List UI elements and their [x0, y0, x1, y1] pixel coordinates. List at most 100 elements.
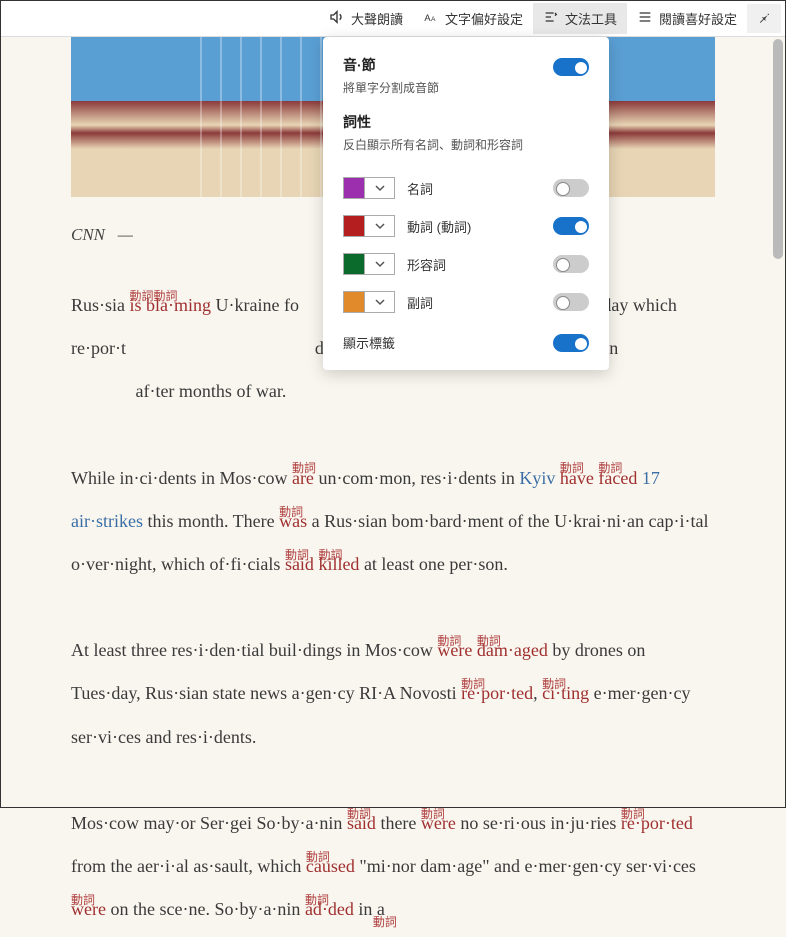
pin-button[interactable]	[747, 4, 781, 33]
text: this month. There	[143, 511, 279, 531]
paragraph-4: Mos·cow may·or Ser·gei So·by·a·nin 動詞sai…	[71, 802, 715, 932]
color-swatch-noun	[343, 177, 365, 199]
color-dropdown-adv[interactable]	[365, 291, 395, 313]
verb-word: 動詞said	[347, 813, 376, 833]
verb-word: 動詞re·por·ted	[621, 813, 693, 833]
pos-tag: 動詞	[560, 454, 584, 483]
text: Mos·cow may·or Ser·gei So·by·a·nin	[71, 813, 347, 833]
pos-tag: 動詞	[598, 454, 622, 483]
pos-label-adv: 副詞	[407, 293, 553, 312]
verb-word: 動詞said	[285, 554, 314, 574]
pos-toggle-verb[interactable]	[553, 217, 589, 235]
text: af·ter months of war.	[135, 381, 286, 401]
pos-label-verb: 動詞 (動詞)	[407, 217, 553, 236]
verb-word: 動詞動詞is bla·ming	[130, 295, 212, 315]
pos-toggle-adv[interactable]	[553, 293, 589, 311]
verb-word: 動詞are	[292, 468, 314, 488]
grammar-tool-label: 文法工具	[565, 9, 617, 28]
pos-tag: 動詞	[71, 886, 95, 915]
verb-word: 動詞have	[560, 468, 594, 488]
pos-tag: 動詞	[437, 627, 461, 656]
verb-word: 動詞were	[421, 813, 456, 833]
pos-row-adv: 副詞	[343, 283, 589, 321]
pos-tag: 動詞	[347, 800, 371, 829]
pos-row-adj: 形容詞	[343, 245, 589, 283]
text-pref-button[interactable]: AA 文字偏好設定	[413, 3, 533, 34]
text-size-icon: AA	[423, 9, 439, 28]
pos-row-verb: 動詞 (動詞)	[343, 207, 589, 245]
verb-word: 動詞ci·ting	[542, 683, 589, 703]
verb-word: 動詞dam·aged	[477, 640, 548, 660]
read-aloud-label: 大聲朗讀	[351, 9, 403, 28]
text-pref-label: 文字偏好設定	[445, 9, 523, 28]
verb-word: 動詞faced	[598, 468, 637, 488]
text: on the sce·ne. So·by·a·nin	[106, 899, 305, 919]
pos-tag: 動詞	[461, 670, 485, 699]
pos-title: 詞性	[343, 112, 589, 132]
pos-row-noun: 名詞	[343, 169, 589, 207]
syllable-title: 音·節	[343, 55, 553, 75]
verb-word: 動詞was	[279, 511, 307, 531]
lines-icon	[637, 9, 653, 28]
verb-word: 動詞re·por·ted	[461, 683, 533, 703]
svg-text:A: A	[431, 16, 436, 23]
text: At least three res·i·den·tial buil·dings…	[71, 640, 437, 660]
pos-tag: 動詞	[621, 800, 645, 829]
read-pref-label: 閱讀喜好設定	[659, 9, 737, 28]
svg-text:A: A	[424, 13, 431, 23]
grammar-icon	[543, 9, 559, 28]
color-swatch-adv	[343, 291, 365, 313]
pos-tag: 動詞	[130, 289, 154, 303]
pos-toggle-adj[interactable]	[553, 255, 589, 273]
pos-label-adj: 形容詞	[407, 255, 553, 274]
color-swatch-adj	[343, 253, 365, 275]
syllable-desc: 將單字分割成音節	[343, 79, 589, 96]
pos-toggle-noun[interactable]	[553, 179, 589, 197]
pos-label-noun: 名詞	[407, 179, 553, 198]
text: from the aer·i·al as·sault, which	[71, 856, 306, 876]
pos-tag: 動詞	[285, 541, 309, 570]
text: ,	[533, 683, 542, 703]
text: un·com·mon, res·i·dents in	[314, 468, 519, 488]
verb-word: 動詞were	[437, 640, 472, 660]
text: "mi·nor dam·age" and e·mer·gen·cy ser·vi…	[355, 856, 696, 876]
pos-tag: 動詞	[318, 541, 342, 570]
pos-tag: 動詞	[305, 886, 329, 915]
color-dropdown-noun[interactable]	[365, 177, 395, 199]
show-labels-row: 顯示標籤	[343, 333, 589, 352]
show-labels-text: 顯示標籤	[343, 333, 553, 352]
verb-word: 動詞were	[71, 899, 106, 919]
verb-word: 動詞ad·ded	[305, 899, 354, 919]
pos-tag: 動詞	[154, 289, 178, 303]
paragraph-3: At least three res·i·den·tial buil·dings…	[71, 629, 715, 759]
verb-word: 動詞killed	[318, 554, 359, 574]
text: there	[376, 813, 421, 833]
read-pref-button[interactable]: 閱讀喜好設定	[627, 3, 747, 34]
speaker-icon	[329, 9, 345, 28]
pos-desc: 反白顯示所有名詞、動詞和形容詞	[343, 136, 589, 153]
paragraph-2: While in·ci·dents in Mos·cow 動詞are un·co…	[71, 457, 715, 587]
reader-toolbar: 大聲朗讀 AA 文字偏好設定 文法工具 閱讀喜好設定	[1, 1, 785, 37]
source-name: CNN	[71, 225, 105, 244]
pos-tag: 動詞	[292, 454, 316, 483]
dash: —	[118, 225, 133, 244]
text: Rus·sia	[71, 295, 130, 315]
grammar-tool-button[interactable]: 文法工具	[533, 3, 627, 34]
syllable-toggle[interactable]	[553, 58, 589, 76]
pos-tag: 動詞	[306, 843, 330, 872]
link-kyiv[interactable]: Kyiv	[519, 468, 555, 488]
color-swatch-verb	[343, 215, 365, 237]
color-dropdown-verb[interactable]	[365, 215, 395, 237]
read-aloud-button[interactable]: 大聲朗讀	[319, 3, 413, 34]
text: U·kraine fo	[211, 295, 299, 315]
text: While in·ci·dents in Mos·cow	[71, 468, 292, 488]
pos-tag: 動詞	[373, 908, 397, 937]
verb-word: 動詞caused	[306, 856, 355, 876]
show-labels-toggle[interactable]	[553, 334, 589, 352]
pos-tag: 動詞	[421, 800, 445, 829]
pin-icon	[757, 12, 771, 27]
color-dropdown-adj[interactable]	[365, 253, 395, 275]
text: at least one per·son.	[359, 554, 507, 574]
text: no se·ri·ous in·ju·ries	[456, 813, 621, 833]
pos-tag: 動詞	[542, 670, 566, 699]
